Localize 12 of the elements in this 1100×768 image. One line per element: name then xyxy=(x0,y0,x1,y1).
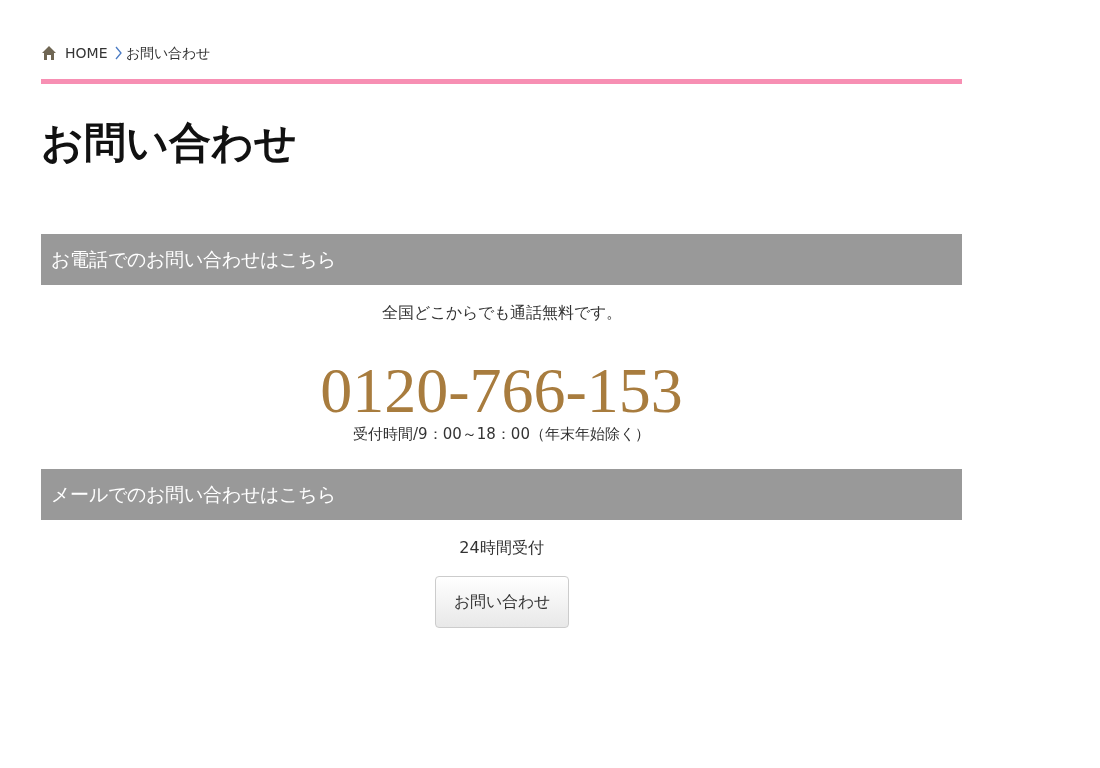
phone-number: 0120-766-153 xyxy=(320,358,683,423)
note-text: 24時間受付 xyxy=(459,536,544,559)
home-link[interactable]: HOME xyxy=(65,42,108,64)
note-text: 全国どこからでも通話無料です。 xyxy=(381,301,622,324)
page-title: お問い合わせ xyxy=(41,118,298,169)
breadcrumb-current: お問い合わせ xyxy=(126,43,211,63)
section-heading: お電話でのお問い合わせはこちら xyxy=(41,234,962,285)
section-heading: メールでのお問い合わせはこちら xyxy=(41,469,962,520)
business-hours: 受付時間/9：00～18：00（年末年始除く） xyxy=(353,423,650,445)
contact-button[interactable]: お問い合わせ xyxy=(434,575,569,628)
home-icon xyxy=(41,45,57,61)
chevron-icon xyxy=(115,46,123,60)
